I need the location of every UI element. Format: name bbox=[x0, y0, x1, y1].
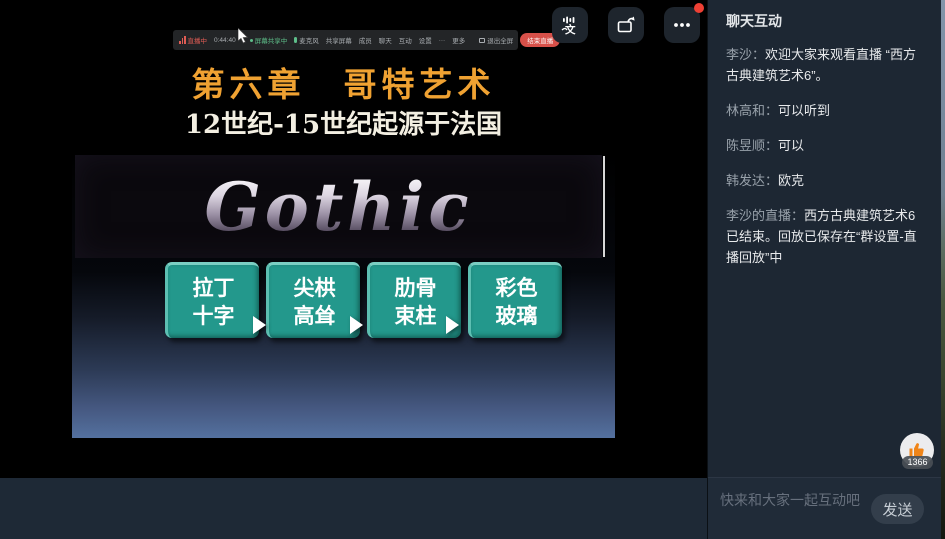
gothic-banner-image: Gothic bbox=[75, 155, 602, 258]
presentation-slide: Gothic 拉丁 十字 尖栱 高耸 肋骨 束柱 bbox=[72, 152, 615, 438]
arrow-right-icon bbox=[350, 316, 363, 334]
concept-box-stained-glass: 彩色 玻璃 bbox=[468, 262, 562, 338]
box-text: 拉丁 bbox=[193, 274, 235, 302]
toolbar-item-interact: 互动 bbox=[399, 35, 412, 45]
toolbar-item-ellipsis: ··· bbox=[439, 37, 446, 44]
box-text: 尖栱 bbox=[294, 274, 336, 302]
stage: 直播中 0:44:40 屏幕共享中 麦克风 共享屏幕 成员 聊天 互动 设置 ·… bbox=[0, 0, 707, 539]
chat-username: 韩发达： bbox=[726, 173, 778, 188]
chat-system-message: 李沙的直播：西方古典建筑艺术6 已结束。回放已保存在“群设置-直播回放”中 bbox=[726, 205, 928, 268]
audio-level-icon bbox=[179, 36, 186, 44]
chat-message-list[interactable]: 李沙：欢迎大家来观看直播 “西方古典建筑艺术6”。 林高和：可以听到 陈昱顺：可… bbox=[726, 44, 928, 268]
more-options-button[interactable] bbox=[664, 7, 700, 43]
toolbar-item-settings: 设置 bbox=[419, 35, 432, 45]
live-status: 直播中 bbox=[179, 35, 207, 45]
toolbar-item-members: 成员 bbox=[359, 35, 372, 45]
host-info-bar: 主播: 沙 李沙 标题: 西方古典建筑艺术6 bbox=[0, 478, 707, 539]
window-icon bbox=[479, 38, 485, 43]
box-text: 束柱 bbox=[395, 302, 437, 330]
box-text: 彩色 bbox=[496, 274, 538, 302]
toolbar-item-chat: 聊天 bbox=[379, 35, 392, 45]
more-dots-icon bbox=[671, 14, 693, 36]
chat-username: 李沙的直播： bbox=[726, 208, 804, 223]
chat-panel: 聊天互动 李沙：欢迎大家来观看直播 “西方古典建筑艺术6”。 林高和：可以听到 … bbox=[707, 0, 941, 539]
chapter-subtitle: 12世纪-15世纪起源于法国 bbox=[72, 108, 615, 142]
chat-text: 欧克 bbox=[778, 173, 804, 188]
popout-window-icon bbox=[615, 14, 637, 36]
chat-text: 可以 bbox=[778, 138, 804, 153]
notification-dot bbox=[694, 3, 704, 13]
arrow-right-icon bbox=[253, 316, 266, 334]
text-caret-line bbox=[603, 156, 605, 257]
speech-to-text-icon: 文 bbox=[559, 14, 581, 36]
chat-message: 陈昱顺：可以 bbox=[726, 135, 928, 156]
chat-username: 陈昱顺： bbox=[726, 138, 778, 153]
toolbar-item-more: 更多 bbox=[452, 35, 465, 45]
box-text: 十字 bbox=[193, 302, 235, 330]
chat-input-bar: 发送 bbox=[708, 477, 942, 539]
chat-message: 林高和：可以听到 bbox=[726, 100, 928, 121]
toolbar-time: 0:44:40 bbox=[214, 37, 236, 44]
status-dot-icon bbox=[250, 39, 253, 42]
live-stream-window: 直播中 0:44:40 屏幕共享中 麦克风 共享屏幕 成员 聊天 互动 设置 ·… bbox=[0, 0, 945, 539]
toolbar-item-share: 共享屏幕 bbox=[326, 35, 352, 45]
toolbar-item-mic: 麦克风 bbox=[294, 35, 319, 45]
concept-box-latin-cross: 拉丁 十字 bbox=[165, 262, 259, 338]
chat-username: 李沙： bbox=[726, 47, 765, 62]
like-count-badge: 1366 bbox=[902, 456, 933, 469]
toolbar-item-sharing: 屏幕共享中 bbox=[250, 35, 288, 45]
popout-window-button[interactable] bbox=[608, 7, 644, 43]
chat-message: 韩发达：欧克 bbox=[726, 170, 928, 191]
toolbar-item-exit-fullscreen: 退出全屏 bbox=[479, 35, 513, 45]
recorded-meeting-toolbar: 直播中 0:44:40 屏幕共享中 麦克风 共享屏幕 成员 聊天 互动 设置 ·… bbox=[173, 30, 518, 50]
player-controls: 文 bbox=[552, 7, 700, 43]
chat-text: 可以听到 bbox=[778, 103, 830, 118]
gothic-wordmark: Gothic bbox=[204, 168, 472, 246]
chat-input[interactable] bbox=[720, 488, 870, 512]
chapter-title: 第六章 哥特艺术 bbox=[72, 62, 615, 108]
box-text: 高耸 bbox=[294, 302, 336, 330]
video-canvas[interactable]: 直播中 0:44:40 屏幕共享中 麦克风 共享屏幕 成员 聊天 互动 设置 ·… bbox=[0, 0, 707, 478]
concept-boxes: 拉丁 十字 尖栱 高耸 肋骨 束柱 彩色 玻璃 bbox=[165, 262, 562, 338]
arrow-right-icon bbox=[446, 316, 459, 334]
mouse-cursor-icon bbox=[238, 28, 249, 44]
chat-panel-title: 聊天互动 bbox=[708, 0, 941, 31]
chat-username: 林高和： bbox=[726, 103, 778, 118]
box-text: 肋骨 bbox=[395, 274, 437, 302]
chat-message: 李沙：欢迎大家来观看直播 “西方古典建筑艺术6”。 bbox=[726, 44, 928, 86]
box-text: 玻璃 bbox=[496, 302, 538, 330]
slide-headings: 第六章 哥特艺术 12世纪-15世纪起源于法国 bbox=[72, 62, 615, 142]
desktop-wallpaper-sliver bbox=[941, 0, 945, 539]
concept-box-pointed-arch: 尖栱 高耸 bbox=[266, 262, 360, 338]
microphone-icon bbox=[294, 37, 297, 43]
captions-button[interactable]: 文 bbox=[552, 7, 588, 43]
like-button[interactable]: 1366 bbox=[898, 433, 936, 473]
send-button[interactable]: 发送 bbox=[871, 494, 924, 524]
